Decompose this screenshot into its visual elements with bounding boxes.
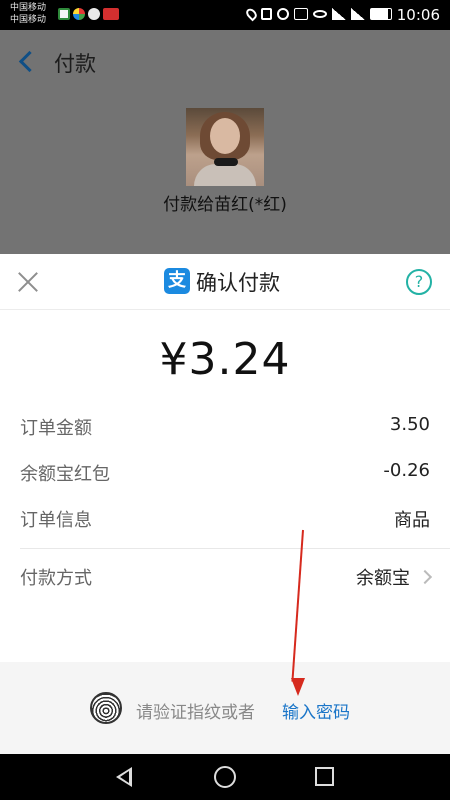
chevron-right-icon [417,569,433,585]
battery-icon [370,8,392,20]
chrome-notification-icon [73,8,85,20]
payee-name: 付款给苗红(*红) [163,195,287,215]
avatar-shirt [194,164,256,186]
help-icon[interactable]: ? [406,269,432,295]
nfc-icon [261,8,272,20]
order-info-row: 订单信息 商品 [0,496,450,542]
avatar-bow [214,158,238,166]
carrier-info: 中国移动 中国移动 [10,2,46,26]
avatar-face [210,118,240,154]
system-icons [244,6,392,22]
nav-recents-icon[interactable] [315,767,334,786]
eye-comfort-icon [313,10,327,18]
enter-password-link[interactable]: 输入密码 [282,698,350,723]
order-info-value: 商品 [394,510,430,531]
carrier-line-1: 中国移动 [10,3,47,13]
red-packet-row: 余额宝红包 -0.26 [0,450,450,496]
sheet-title: 确认付款 [196,271,280,295]
order-info-label: 订单信息 [20,510,92,531]
confirm-payment-sheet: 支 确认付款 ? ¥3.24 订单金额 3.50 余额宝红包 -0.26 订单信… [0,254,450,754]
verify-prompt: 请验证指纹或者 [136,703,255,723]
divider [20,548,450,549]
nav-back-icon[interactable] [116,767,132,787]
red-packet-label: 余额宝红包 [20,464,110,485]
page-title: 付款 [54,52,96,76]
fingerprint-verify-bar: 请验证指纹或者 输入密码 [0,662,450,754]
payee-avatar [186,108,264,186]
fingerprint-icon [90,692,122,724]
sheet-header: 支 确认付款 ? [0,254,450,310]
clock: 10:06 [396,6,440,24]
payment-amount: ¥3.24 [159,334,291,385]
annotation-arrow-head [291,678,305,696]
order-amount-label: 订单金额 [20,418,92,439]
red-packet-value: -0.26 [383,460,430,481]
carrier-line-2: 中国移动 [10,15,47,25]
hd-icon [294,8,308,20]
payment-method-row[interactable]: 付款方式 余额宝 [0,554,450,600]
close-icon[interactable] [17,271,39,293]
alipay-logo: 支 [164,268,190,294]
message-notification-icon [88,8,100,20]
order-amount-row: 订单金额 3.50 [0,404,450,450]
status-bar: 中国移动 中国移动 10:06 [0,0,450,30]
location-icon [244,6,259,22]
payment-method-label: 付款方式 [20,568,92,589]
navigation-bar [0,754,450,800]
signal-icon [332,8,346,20]
background-page: 付款 付款给苗红(*红) [0,30,450,254]
app-notification-icon [58,8,70,20]
order-amount-value: 3.50 [389,414,430,435]
signal-2-icon [351,8,365,20]
nav-home-icon[interactable] [214,766,236,788]
back-icon[interactable] [16,50,40,74]
news-notification-icon [103,8,119,20]
notification-icons [58,8,119,20]
alarm-icon [277,8,289,20]
payment-method-value: 余额宝 [356,568,410,589]
